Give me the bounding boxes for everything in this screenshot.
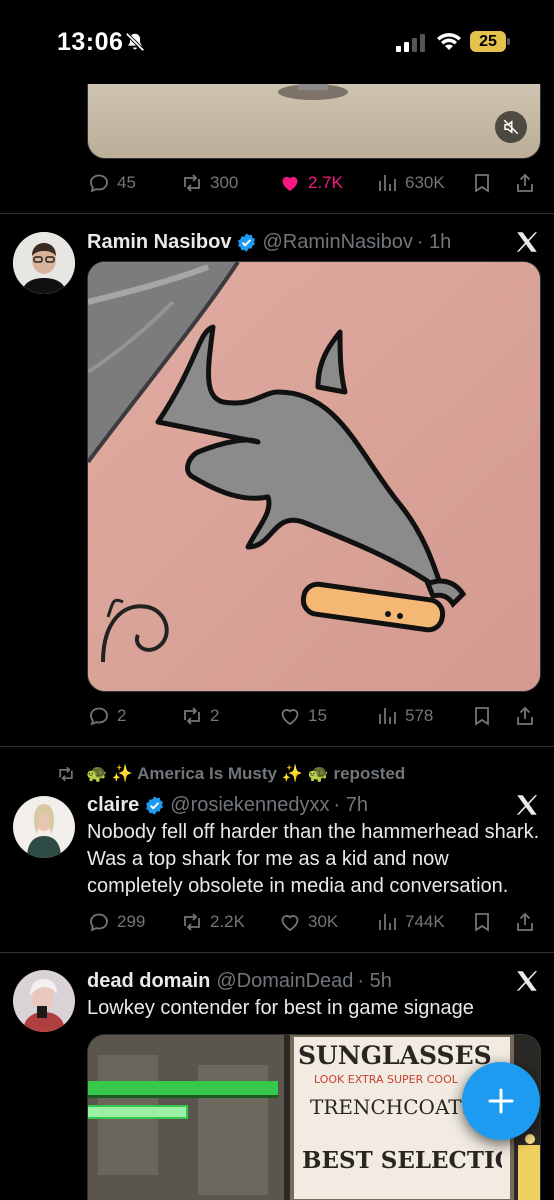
avatar-image [13,232,75,294]
like-icon [281,915,299,932]
post-time: · 1h [416,230,452,253]
share-button[interactable] [513,168,543,198]
reply-button[interactable]: 45 [87,168,136,198]
share-icon [517,912,533,931]
compose-button[interactable] [462,1062,540,1140]
reply-count: 45 [117,173,136,192]
mute-button[interactable] [495,111,527,143]
post3-header: claire @rosiekennedyxx · 7h [87,792,368,818]
repost-button[interactable]: 300 [180,168,238,198]
share-icon [517,706,533,725]
like-count: 30K [308,912,339,931]
repost-button[interactable]: 2.2K [180,907,245,937]
wifi-icon [437,33,461,50]
post3-actions: 299 2.2K 30K 744K [87,907,541,937]
post-text: Nobody fell off harder than the hammerhe… [87,821,540,897]
post4-header: dead domain @DomainDead · 5h [87,968,392,994]
views-icon [379,914,396,930]
post2-header: Ramin Nasibov @RaminNasibov · 1h [87,229,451,255]
share-icon [517,173,533,192]
views-count: 744K [405,912,445,931]
status-time: 13:06 [57,28,124,56]
reply-button[interactable]: 299 [87,907,145,937]
avatar[interactable] [13,970,75,1032]
post1-actions: 45 300 2.7K 630K [87,168,541,198]
status-bar: 13:06 25 [0,0,554,84]
video-frame [278,84,348,100]
share-button[interactable] [513,907,543,937]
bookmark-icon [475,707,489,726]
share-button[interactable] [513,701,543,731]
repost-context-label: 🐢 ✨ America Is Musty ✨ 🐢 reposted [86,764,406,783]
tattoo-photo [88,262,540,691]
reply-count: 299 [117,912,146,931]
repost-icon [59,766,73,782]
author-handle[interactable]: @rosiekennedyxx [170,794,329,817]
repost-icon [184,913,200,931]
views-button[interactable]: 578 [375,701,433,731]
mute-icon [503,119,519,135]
views-icon [379,175,396,191]
reply-button[interactable]: 2 [87,701,126,731]
x-logo-icon[interactable] [514,968,540,994]
verified-badge-icon [238,232,256,252]
views-button[interactable]: 744K [375,907,445,937]
post-text: Lowkey contender for best in game signag… [87,997,474,1019]
author-name[interactable]: claire [87,794,139,817]
views-count: 578 [405,706,434,725]
post-time: · 7h [333,793,369,816]
author-handle[interactable]: @DomainDead [216,970,353,993]
views-count: 630K [405,173,445,192]
cellular-signal-icon [396,34,425,52]
avatar[interactable] [13,232,75,294]
divider [0,952,554,953]
like-count: 15 [308,706,327,725]
avatar[interactable] [13,796,75,858]
repost-count: 2 [210,706,220,725]
x-logo-icon[interactable] [514,229,540,255]
reply-count: 2 [117,706,127,725]
bell-off-icon [125,32,145,52]
views-button[interactable]: 630K [375,168,445,198]
bookmark-button[interactable] [470,701,500,731]
reply-icon [90,174,108,193]
like-button[interactable]: 15 [278,701,327,731]
divider [0,746,554,747]
post1-video[interactable] [87,84,541,159]
author-handle[interactable]: @RaminNasibov [262,231,412,254]
reply-icon [90,913,108,932]
like-count: 2.7K [308,173,343,192]
sign-line-best-selection: BEST SELECTION [302,1147,502,1174]
avatar-image [13,970,75,1032]
divider [0,213,554,214]
bookmark-icon [475,913,489,932]
post2-image[interactable] [87,261,541,692]
bookmark-button[interactable] [470,907,500,937]
repost-count: 300 [210,173,239,192]
avatar-image [13,796,75,858]
repost-icon [184,174,200,192]
repost-button[interactable]: 2 [180,701,219,731]
battery-level: 25 [470,31,506,52]
post2-actions: 2 2 15 578 [87,701,541,731]
like-icon [282,176,298,191]
like-button[interactable]: 30K [278,907,338,937]
x-logo-icon[interactable] [514,792,540,818]
verified-badge-icon [146,795,164,815]
repost-context[interactable]: 🐢 ✨ America Is Musty ✨ 🐢 reposted [56,764,405,784]
reply-icon [90,707,108,726]
bookmark-button[interactable] [470,168,500,198]
views-icon [379,708,396,724]
compose-plus-icon [488,1088,514,1114]
author-name[interactable]: dead domain [87,970,210,993]
post-time: · 5h [357,969,392,992]
bookmark-icon [475,174,489,193]
battery-indicator: 25 [470,31,510,52]
like-icon [281,709,299,726]
repost-icon [184,707,200,725]
like-button[interactable]: 2.7K [278,168,343,198]
sign-line-sunglasses: SUNGLASSES [298,1041,492,1070]
author-name[interactable]: Ramin Nasibov [87,231,231,254]
repost-count: 2.2K [210,912,245,931]
